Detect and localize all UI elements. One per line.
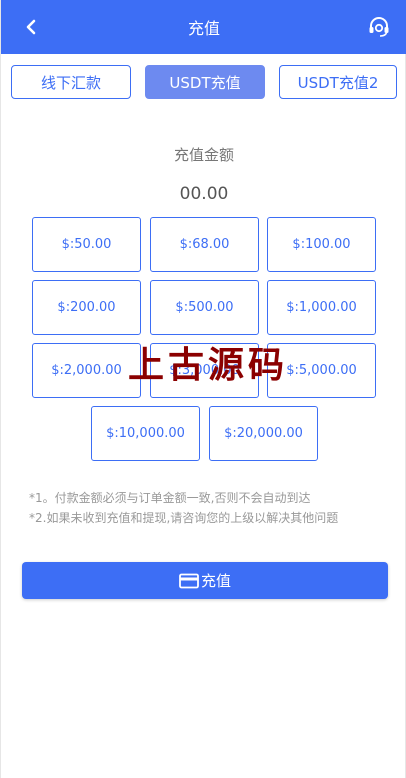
tab-offline-transfer[interactable]: 线下汇款 xyxy=(11,65,131,99)
tab-usdt-recharge-2[interactable]: USDT充值2 xyxy=(279,65,397,99)
amount-input[interactable]: 00.00 xyxy=(1,184,406,204)
back-button[interactable] xyxy=(19,15,43,39)
watermark-text: 上古源码 xyxy=(128,344,289,386)
customer-service-button[interactable] xyxy=(365,13,393,41)
note-1: *1。付款金额必须与订单金额一致,否则不会自动到达 xyxy=(29,491,311,505)
amount-option-1000[interactable]: $:1,000.00 xyxy=(267,280,376,335)
chevron-left-icon xyxy=(26,19,36,35)
tab-usdt-recharge[interactable]: USDT充值 xyxy=(145,65,265,99)
headset-icon xyxy=(369,17,389,37)
amount-option-100[interactable]: $:100.00 xyxy=(267,217,376,272)
submit-label: 充值 xyxy=(200,572,231,590)
amount-option-200[interactable]: $:200.00 xyxy=(32,280,141,335)
payment-method-tabs: 线下汇款 USDT充值 USDT充值2 xyxy=(11,65,397,99)
page-title: 充值 xyxy=(187,19,220,38)
amount-option-50[interactable]: $:50.00 xyxy=(32,217,141,272)
recharge-submit-button[interactable]: 充值 xyxy=(22,562,388,599)
amount-option-10000[interactable]: $:10,000.00 xyxy=(91,406,200,461)
note-2: *2.如果未收到充值和提现,请咨询您的上级以解决其他问题 xyxy=(29,511,339,525)
recharge-page: 充值 线下汇款 USDT充值 USDT充值2 充值金额 00.00 $:50.0… xyxy=(0,0,406,778)
amount-option-68[interactable]: $:68.00 xyxy=(150,217,259,272)
card-icon xyxy=(179,573,199,589)
header-bar: 充值 xyxy=(1,0,406,54)
amount-option-2000[interactable]: $:2,000.00 xyxy=(32,343,141,398)
amount-option-500[interactable]: $:500.00 xyxy=(150,280,259,335)
amount-option-20000[interactable]: $:20,000.00 xyxy=(209,406,318,461)
amount-label: 充值金额 xyxy=(173,146,234,164)
